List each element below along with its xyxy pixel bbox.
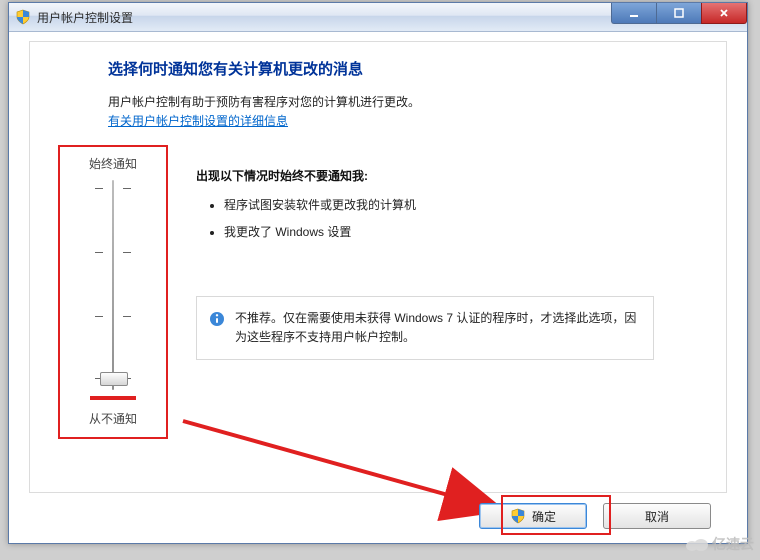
page-heading: 选择何时通知您有关计算机更改的消息	[108, 58, 698, 79]
watermark-text: 亿速云	[712, 534, 754, 554]
minimize-button[interactable]	[611, 3, 656, 24]
ok-label: 确定	[532, 508, 556, 525]
recommendation-text: 不推荐。仅在需要使用未获得 Windows 7 认证的程序时，才选择此选项，因为…	[235, 309, 639, 347]
slider-track	[112, 180, 114, 390]
notify-slider-panel: 始终通知 从不通知	[58, 145, 168, 439]
watermark: 亿速云	[686, 534, 754, 554]
notify-slider[interactable]	[83, 180, 143, 390]
uac-settings-window: 用户帐户控制设置 选择何时通知您有关计算机更改的消息 用户帐户控制有助于预防有害…	[8, 2, 748, 544]
annotation-underline	[90, 396, 136, 400]
window-title: 用户帐户控制设置	[37, 9, 133, 26]
window-buttons	[611, 3, 747, 24]
content-panel: 选择何时通知您有关计算机更改的消息 用户帐户控制有助于预防有害程序对您的计算机进…	[29, 41, 727, 493]
recommendation-box: 不推荐。仅在需要使用未获得 Windows 7 认证的程序时，才选择此选项，因为…	[196, 296, 654, 360]
shield-icon	[510, 508, 526, 524]
intro-text: 用户帐户控制有助于预防有害程序对您的计算机进行更改。	[108, 93, 698, 110]
titlebar[interactable]: 用户帐户控制设置	[9, 3, 747, 32]
cancel-label: 取消	[645, 508, 669, 525]
slider-thumb[interactable]	[100, 372, 128, 386]
info-icon	[209, 311, 225, 333]
dialog-buttons: 确定 取消	[479, 503, 711, 529]
uac-details-link[interactable]: 有关用户帐户控制设置的详细信息	[108, 112, 288, 129]
bullet-item: 程序试图安装软件或更改我的计算机	[224, 196, 698, 213]
description-pane: 出现以下情况时始终不要通知我: 程序试图安装软件或更改我的计算机 我更改了 Wi…	[196, 145, 698, 439]
bullet-item: 我更改了 Windows 设置	[224, 223, 698, 240]
maximize-button[interactable]	[656, 3, 701, 24]
ok-button[interactable]: 确定	[479, 503, 587, 529]
description-bullets: 程序试图安装软件或更改我的计算机 我更改了 Windows 设置	[196, 196, 698, 240]
slider-bottom-label: 从不通知	[60, 410, 166, 427]
body-row: 始终通知 从不通知 出现以下情况时始终不要通知我: 程序试图安装软件或更改我的计…	[58, 145, 698, 439]
shield-icon	[15, 9, 31, 25]
description-heading: 出现以下情况时始终不要通知我:	[196, 167, 698, 184]
slider-top-label: 始终通知	[60, 155, 166, 172]
cancel-button[interactable]: 取消	[603, 503, 711, 529]
close-button[interactable]	[701, 3, 747, 24]
